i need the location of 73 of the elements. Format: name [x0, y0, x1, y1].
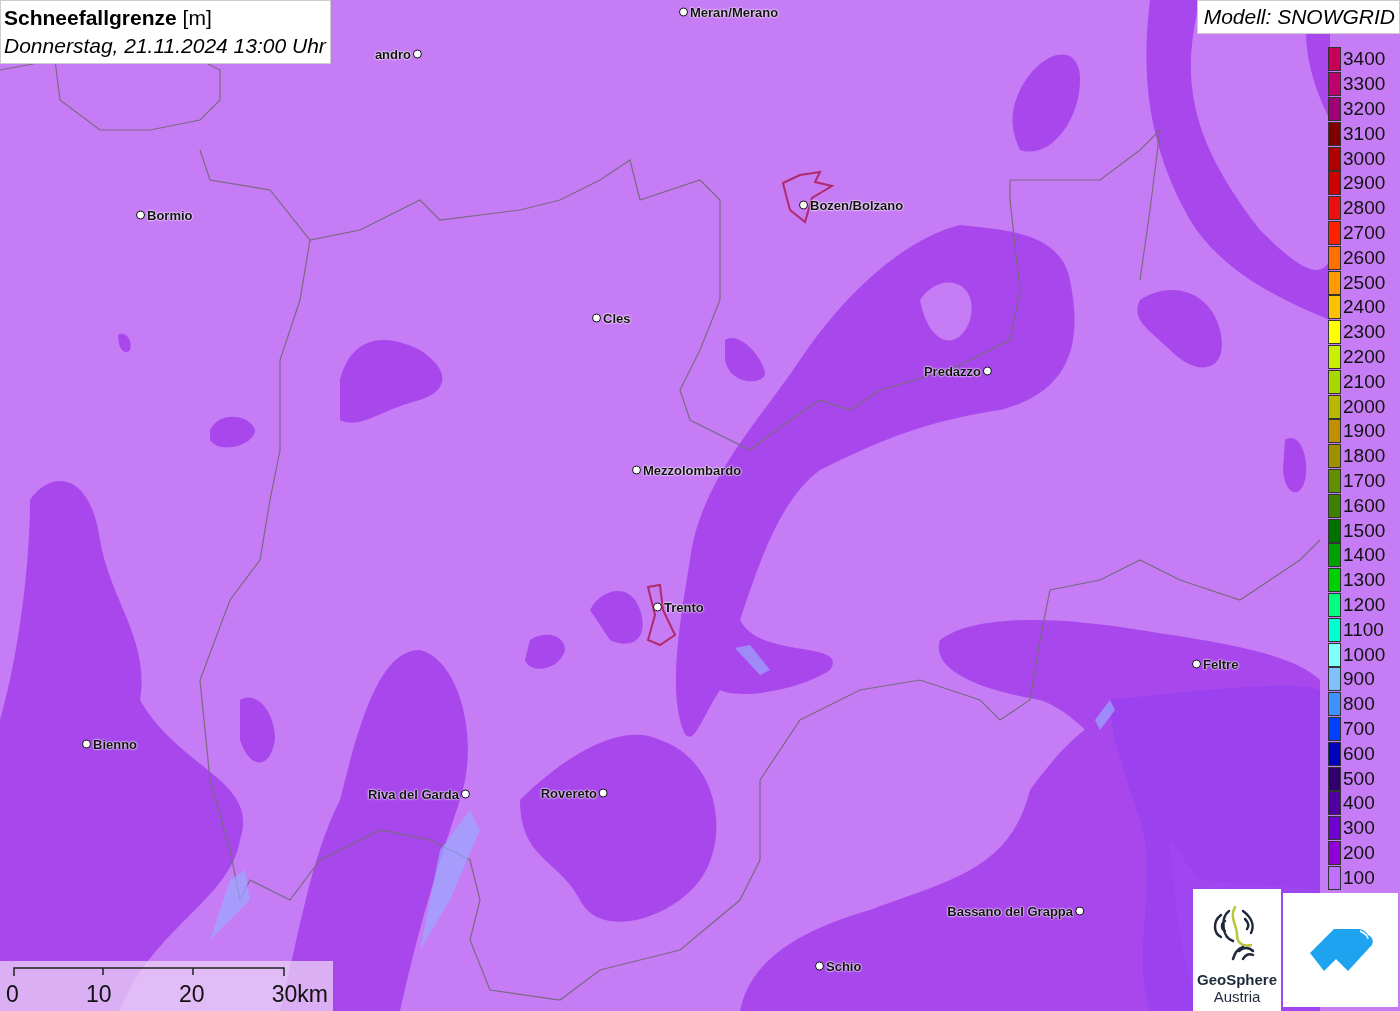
city-label: Predazzo: [923, 363, 981, 379]
city-marker-icon: [1075, 906, 1084, 916]
legend-label: 100: [1343, 866, 1375, 889]
city-label: Rovereto: [540, 785, 597, 801]
legend-label: 1300: [1343, 569, 1386, 592]
city-label: Mezzolombardo: [643, 462, 742, 478]
legend-label: 3000: [1343, 147, 1386, 170]
legend-label: 2000: [1343, 395, 1386, 418]
legend-label: 1200: [1343, 593, 1386, 616]
scale-label: 30km: [271, 981, 328, 1008]
legend-label: 2200: [1343, 345, 1386, 368]
legend-label: 1400: [1343, 544, 1386, 567]
legend-label: 800: [1343, 693, 1375, 716]
legend-label: 500: [1343, 767, 1375, 790]
legend-label: 2100: [1343, 370, 1386, 393]
city-marker-icon: [799, 200, 808, 210]
legend-label: 2700: [1343, 221, 1386, 244]
legend-label: 1800: [1343, 445, 1386, 468]
city-marker-icon: [983, 366, 992, 376]
legend-label: 2500: [1343, 271, 1386, 294]
city-marker-icon: [461, 789, 470, 799]
legend-label: 1700: [1343, 469, 1386, 492]
city-label: Cles: [603, 310, 631, 326]
city-label: Bozen/Bolzano: [810, 197, 904, 213]
legend-label: 700: [1343, 717, 1375, 740]
city-marker-icon: [592, 313, 601, 323]
city-marker-icon: [679, 7, 688, 17]
city-marker-icon: [599, 788, 608, 798]
logo-name: GeoSphere: [1197, 971, 1277, 988]
city-marker-icon: [413, 49, 422, 59]
city-label: Bormio: [147, 207, 193, 223]
legend-label: 1100: [1343, 618, 1384, 641]
city-marker-icon: [82, 739, 91, 749]
city-label: Bienno: [93, 736, 138, 752]
city-label: andro: [374, 46, 411, 62]
legend-label: 2800: [1343, 197, 1386, 220]
map-datetime: Donnerstag, 21.11.2024 13:00 Uhr: [4, 33, 326, 59]
legend-label: 1500: [1343, 519, 1386, 542]
legend-label: 900: [1343, 668, 1375, 691]
scale-label: 0: [6, 981, 19, 1008]
scale-label: 20: [178, 981, 205, 1008]
scale-bar-icon: [13, 967, 285, 977]
city-label: Riva del Garda: [367, 786, 459, 802]
legend-label: 3400: [1343, 48, 1386, 71]
city-label: Meran/Merano: [690, 4, 779, 20]
city-marker-icon: [1192, 659, 1201, 669]
legend-label: 3100: [1343, 122, 1386, 145]
legend-label: 400: [1343, 792, 1375, 815]
city-label: Trento: [664, 599, 704, 615]
legend-label: 600: [1343, 742, 1375, 765]
city-marker-icon: [815, 961, 824, 971]
legend-label: 1000: [1343, 643, 1386, 666]
legend-label: 1600: [1343, 494, 1386, 517]
logo-subtitle: Austria: [1213, 988, 1261, 1005]
city-label: Feltre: [1203, 656, 1239, 672]
legend-label: 3200: [1343, 98, 1386, 120]
city-label: Bassano del Grappa: [947, 903, 1073, 919]
model-label: Modell: SNOWGRID: [1196, 0, 1400, 34]
map-title: Schneefallgrenze [m]: [4, 5, 213, 31]
city-marker-icon: [136, 210, 145, 220]
scale-label: 10: [86, 981, 112, 1008]
legend-label: 200: [1343, 841, 1375, 864]
legend-label: 2400: [1343, 296, 1386, 319]
legend-label: 3300: [1343, 73, 1386, 96]
city-label: Schio: [826, 958, 862, 974]
legend-label: 2300: [1343, 321, 1386, 344]
legend-label: 2900: [1343, 172, 1386, 195]
city-marker-icon: [632, 465, 641, 475]
legend-label: 300: [1343, 817, 1375, 840]
city-marker-icon: [653, 602, 662, 612]
roof-cloud-logo-icon: [1307, 927, 1374, 973]
legend-label: 2600: [1343, 246, 1386, 269]
legend-label: 1900: [1343, 420, 1386, 443]
